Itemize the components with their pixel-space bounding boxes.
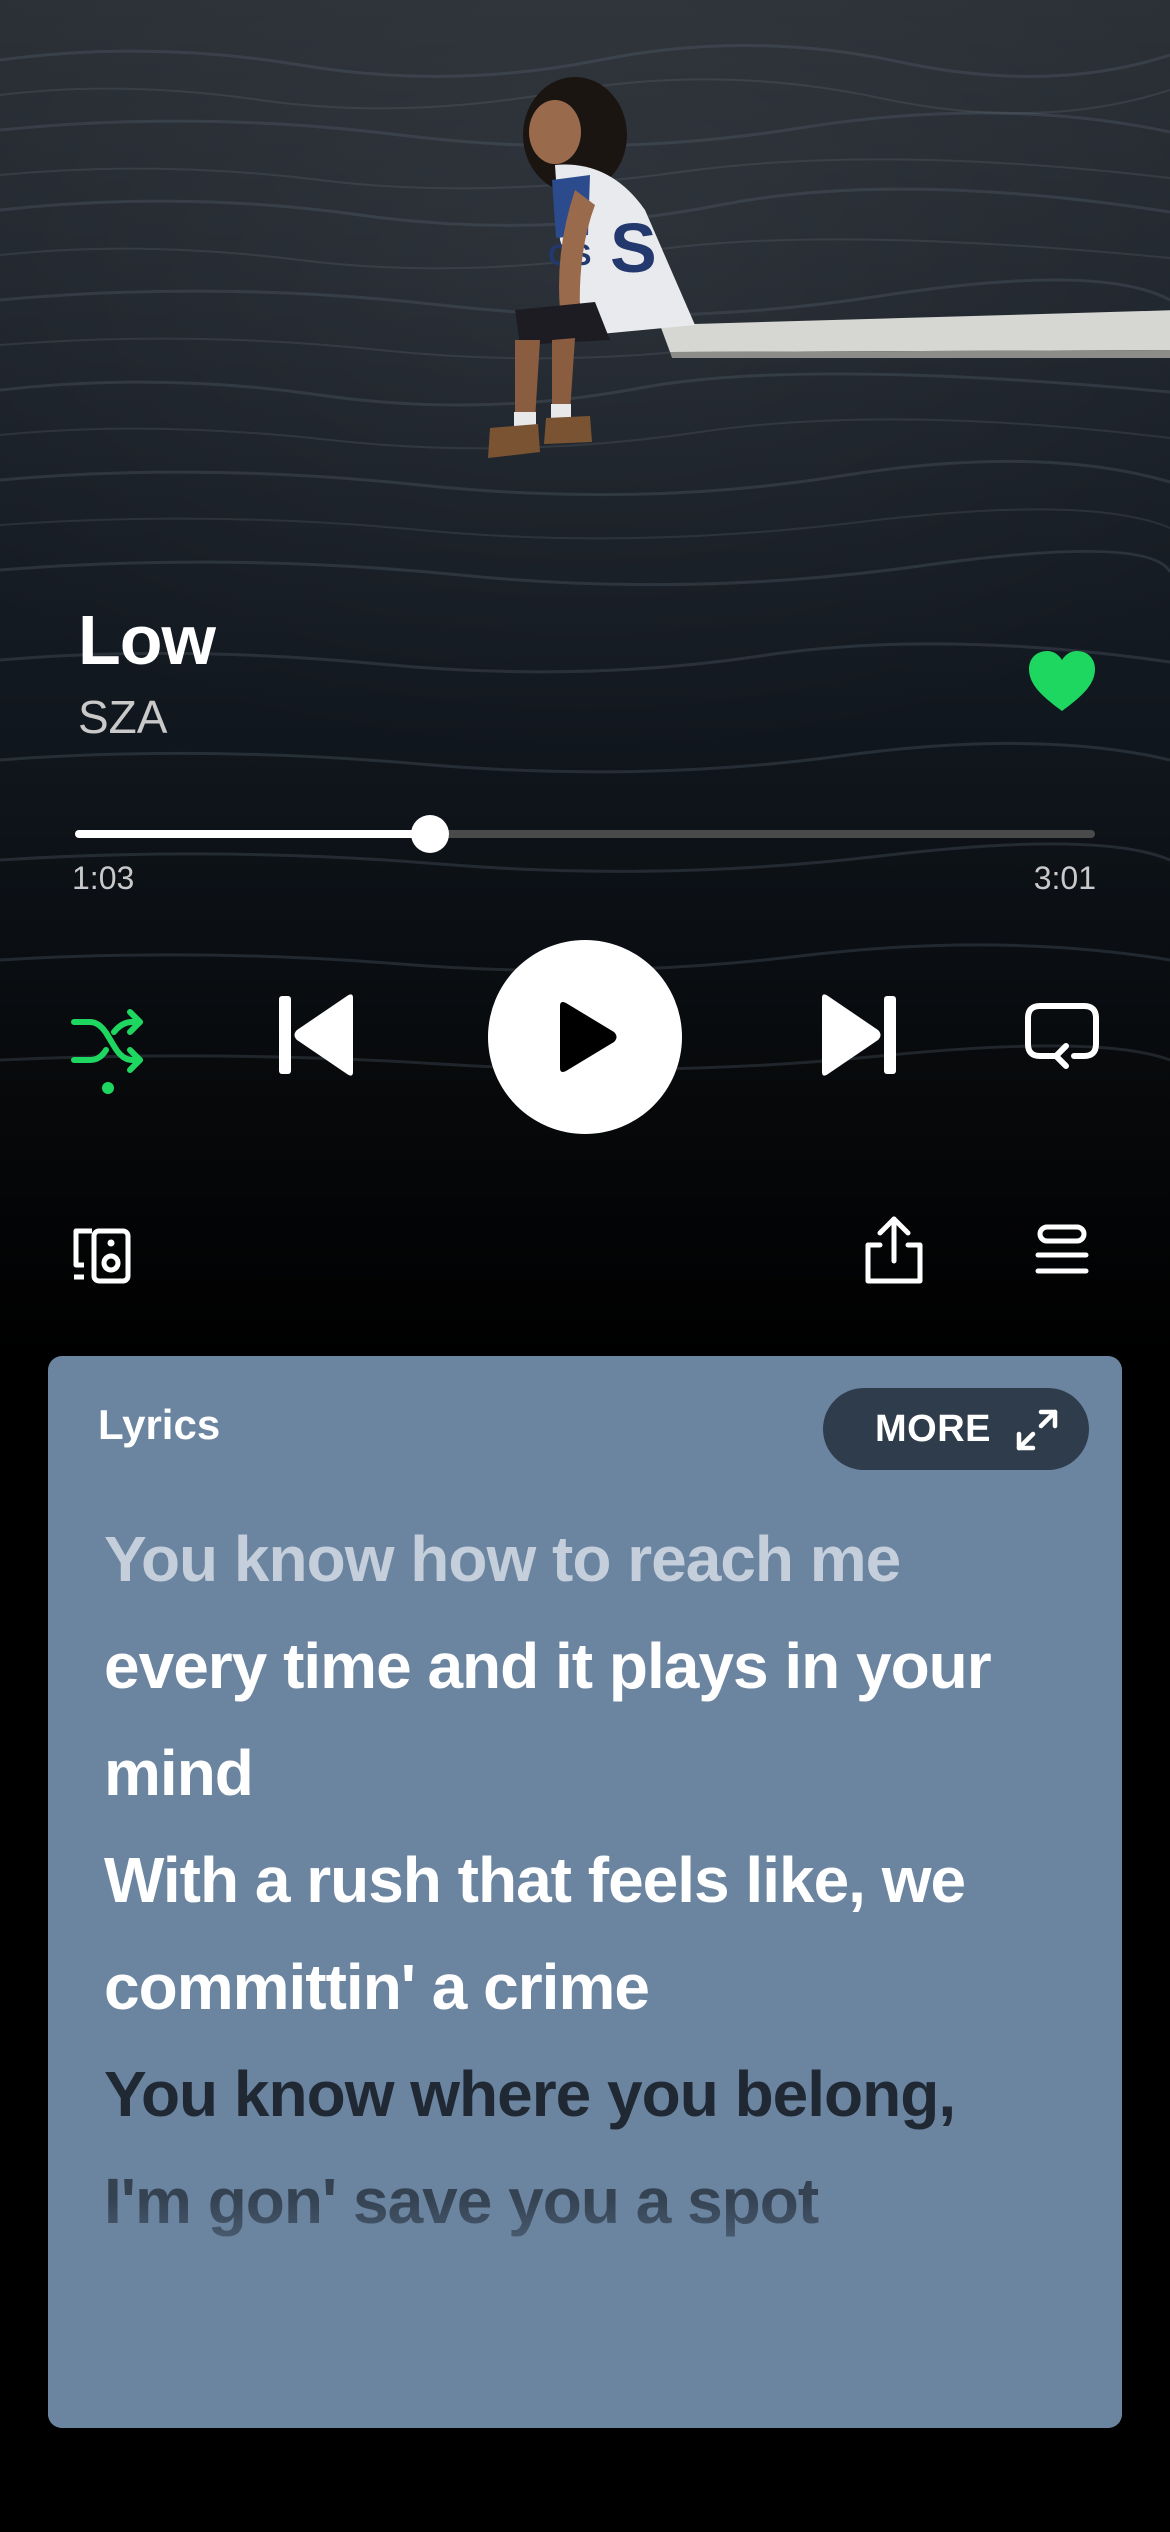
lyrics-card[interactable]: Lyrics MORE You know how to reach me eve… xyxy=(48,1356,1122,2428)
share-button[interactable] xyxy=(862,1215,926,1287)
devices-icon xyxy=(73,1228,131,1284)
connect-device-button[interactable] xyxy=(70,1225,134,1285)
shuffle-icon xyxy=(71,1009,143,1094)
next-icon xyxy=(822,994,896,1076)
lyric-line[interactable]: You know where you belong, xyxy=(104,2041,1084,2148)
share-icon xyxy=(865,1216,923,1284)
svg-text:S: S xyxy=(610,209,657,287)
repeat-icon xyxy=(1025,1003,1099,1069)
progress-bar[interactable] xyxy=(75,815,1095,853)
lyric-line[interactable]: With a rush that feels like, we xyxy=(104,1827,1084,1934)
track-artist[interactable]: SZA xyxy=(78,690,167,744)
next-button[interactable] xyxy=(815,990,900,1080)
play-icon xyxy=(560,1002,617,1072)
repeat-button[interactable] xyxy=(1022,1000,1102,1070)
lyrics-label: Lyrics xyxy=(98,1401,221,1448)
lyric-line[interactable]: mind xyxy=(104,1720,1084,1827)
album-artwork: S OS xyxy=(0,0,1170,1360)
lyric-line[interactable]: committin' a crime xyxy=(104,1934,1084,2041)
queue-icon xyxy=(1035,1224,1089,1274)
time-elapsed: 1:03 xyxy=(72,860,135,896)
lyrics-lines: You know how to reach me every time and … xyxy=(104,1506,1084,2255)
expand-icon xyxy=(1016,1409,1058,1451)
figure-on-diving-board-art: S OS xyxy=(488,77,1170,458)
heart-icon xyxy=(1029,651,1095,711)
lyric-line[interactable]: You know how to reach me xyxy=(104,1506,1084,1613)
lyrics-more-button[interactable]: MORE xyxy=(823,1388,1089,1470)
time-total: 3:01 xyxy=(1033,860,1096,896)
more-label: MORE xyxy=(875,1407,991,1450)
previous-icon xyxy=(279,994,353,1076)
like-button[interactable] xyxy=(1025,645,1099,719)
play-button[interactable] xyxy=(488,940,682,1134)
queue-button[interactable] xyxy=(1034,1223,1090,1279)
bottom-area xyxy=(0,2440,1170,2532)
lyrics-fade xyxy=(48,2198,1122,2428)
shuffle-button[interactable] xyxy=(68,1000,148,1100)
progress-fill xyxy=(75,830,430,838)
progress-knob[interactable] xyxy=(410,815,449,853)
lyric-line[interactable]: every time and it plays in your xyxy=(104,1613,1084,1720)
previous-button[interactable] xyxy=(275,990,360,1080)
track-title[interactable]: Low xyxy=(78,600,216,680)
